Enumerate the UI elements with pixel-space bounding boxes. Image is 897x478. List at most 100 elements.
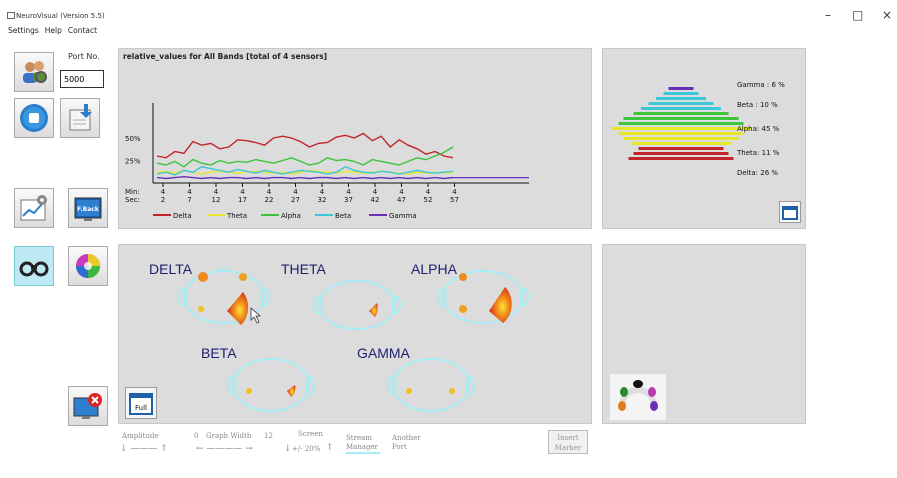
legend-label-theta: Theta	[226, 212, 247, 220]
band-chart: 50%25%Min:Sec:42474124174224274324374424…	[125, 103, 529, 220]
dist-bar-theta	[618, 132, 744, 135]
chart-x-tick-sec: 47	[397, 196, 406, 204]
stream-manager-button[interactable]: Stream Manager	[346, 434, 380, 454]
topo-panel: DELTA THETA ALPHA BETA GAMMA Full	[118, 244, 592, 424]
chart-x-tick-min: 4	[399, 188, 404, 196]
chart-x-tick-sec: 52	[424, 196, 433, 204]
dist-bar-alpha	[618, 122, 744, 125]
dist-bar-beta	[641, 107, 721, 110]
chart-panel: relative_values for All Bands [total of …	[118, 48, 592, 229]
fullscreen-icon: Full	[129, 393, 153, 415]
electrode-panel	[602, 244, 806, 424]
topo-maps	[178, 266, 529, 412]
legend-label-beta: Beta	[335, 212, 351, 220]
minimize-button[interactable]: –	[825, 8, 831, 22]
screen-label: Screen	[298, 430, 323, 438]
chart-x-tick-sec: 42	[371, 196, 380, 204]
maximize-button[interactable]: □	[852, 8, 863, 22]
stop-button[interactable]	[14, 98, 54, 138]
chart-x-tick-sec: 22	[265, 196, 274, 204]
chart-x-row-label: Min:	[125, 188, 140, 196]
menu-help[interactable]: Help	[45, 26, 62, 38]
headset-icon	[618, 380, 658, 411]
another-port-button[interactable]: Another Port	[392, 434, 426, 452]
dist-bar-theta	[611, 127, 751, 130]
series-line-gamma	[156, 175, 454, 180]
chart-x-tick-min: 4	[452, 188, 457, 196]
topo-beta	[227, 358, 315, 412]
dist-label-gamma: Gamma : 6 %	[737, 81, 785, 89]
binoculars-icon	[19, 261, 49, 277]
chart-x-tick-min: 4	[426, 188, 431, 196]
fullscreen-button[interactable]: Full	[125, 387, 157, 419]
main-window: Port No. F.Back	[8, 40, 888, 476]
full-label: Full	[135, 404, 147, 412]
chart-x-tick-sec: 17	[238, 196, 247, 204]
color-wheel-icon	[76, 254, 100, 278]
dist-bar-alpha	[623, 117, 739, 120]
dist-bar-delta	[628, 157, 734, 160]
chart-x-tick-sec: 2	[161, 196, 165, 204]
dist-bar-delta	[638, 147, 724, 150]
users-search-icon	[23, 61, 47, 83]
dist-bar-beta	[663, 92, 699, 95]
menu-contact[interactable]: Contact	[68, 26, 97, 38]
save-button[interactable]	[60, 98, 100, 138]
dist-bar-theta	[623, 137, 739, 140]
color-wheel-button[interactable]	[68, 246, 108, 286]
popout-button[interactable]	[779, 201, 801, 223]
chart-x-tick-min: 4	[267, 188, 272, 196]
disconnect-button[interactable]	[68, 386, 108, 426]
chart-y-tick: 50%	[125, 135, 141, 143]
chart-x-tick-min: 4	[240, 188, 245, 196]
dist-label-alpha: Alpha: 45 %	[737, 125, 780, 133]
chart-x-tick-sec: 37	[344, 196, 353, 204]
close-button[interactable]: ×	[882, 8, 892, 22]
series-line-alpha	[156, 146, 454, 168]
amplitude-slider[interactable]: ↓ ——— ↑	[120, 444, 168, 454]
series-line-delta	[156, 132, 454, 159]
title-bar: NeuroVisual (Version 5.5) – □ ×	[0, 0, 897, 22]
dist-label-theta: Theta: 11 %	[736, 149, 780, 157]
dist-bar-delta	[633, 152, 729, 155]
chart-gear-icon	[20, 195, 47, 221]
chart-x-tick-sec: 27	[291, 196, 300, 204]
menu-bar: Settings Help Contact	[8, 26, 97, 38]
dist-label-beta: Beta : 10 %	[737, 101, 778, 109]
screen-down-arrow[interactable]: ↓	[284, 444, 292, 454]
headset-view-button[interactable]	[609, 373, 667, 421]
chart-settings-button[interactable]	[14, 188, 54, 228]
graph-width-max: 12	[264, 432, 273, 440]
menu-settings[interactable]: Settings	[8, 26, 39, 38]
legend-label-delta: Delta	[173, 212, 192, 220]
screen-up-arrow[interactable]: ↑	[326, 443, 334, 453]
feedback-button[interactable]: F.Back	[68, 188, 108, 228]
feedback-icon: F.Back	[74, 197, 102, 221]
topo-theta	[313, 280, 401, 330]
chart-x-tick-min: 4	[214, 188, 219, 196]
chart-x-tick-min: 4	[346, 188, 351, 196]
monitor-close-icon	[73, 393, 102, 419]
save-download-icon	[69, 104, 92, 131]
chart-x-tick-min: 4	[161, 188, 166, 196]
chart-x-tick-sec: 57	[450, 196, 459, 204]
topo-alpha	[437, 270, 529, 324]
insert-marker-button[interactable]: Insert Marker	[548, 430, 588, 454]
dist-bar-alpha	[633, 112, 729, 115]
port-input[interactable]	[60, 70, 104, 88]
graph-width-label: Graph Width	[206, 432, 252, 440]
chart-x-tick-min: 4	[320, 188, 325, 196]
chart-x-tick-min: 4	[373, 188, 378, 196]
binoculars-button[interactable]	[14, 246, 54, 286]
app-icon	[7, 12, 15, 19]
distribution-panel: Gamma : 6 % Beta : 10 % Alpha: 45 % Theta: …	[602, 48, 806, 229]
dist-bar-beta	[656, 97, 706, 100]
stop-icon	[20, 104, 48, 132]
window-title: NeuroVisual (Version 5.5)	[16, 12, 105, 20]
graph-width-slider[interactable]: ← ———— →	[196, 444, 253, 454]
chart-x-tick-sec: 12	[212, 196, 221, 204]
chart-x-tick-min: 4	[187, 188, 192, 196]
chart-x-tick-sec: 7	[187, 196, 191, 204]
dist-bar-beta	[648, 102, 714, 105]
connect-users-button[interactable]	[14, 52, 54, 92]
